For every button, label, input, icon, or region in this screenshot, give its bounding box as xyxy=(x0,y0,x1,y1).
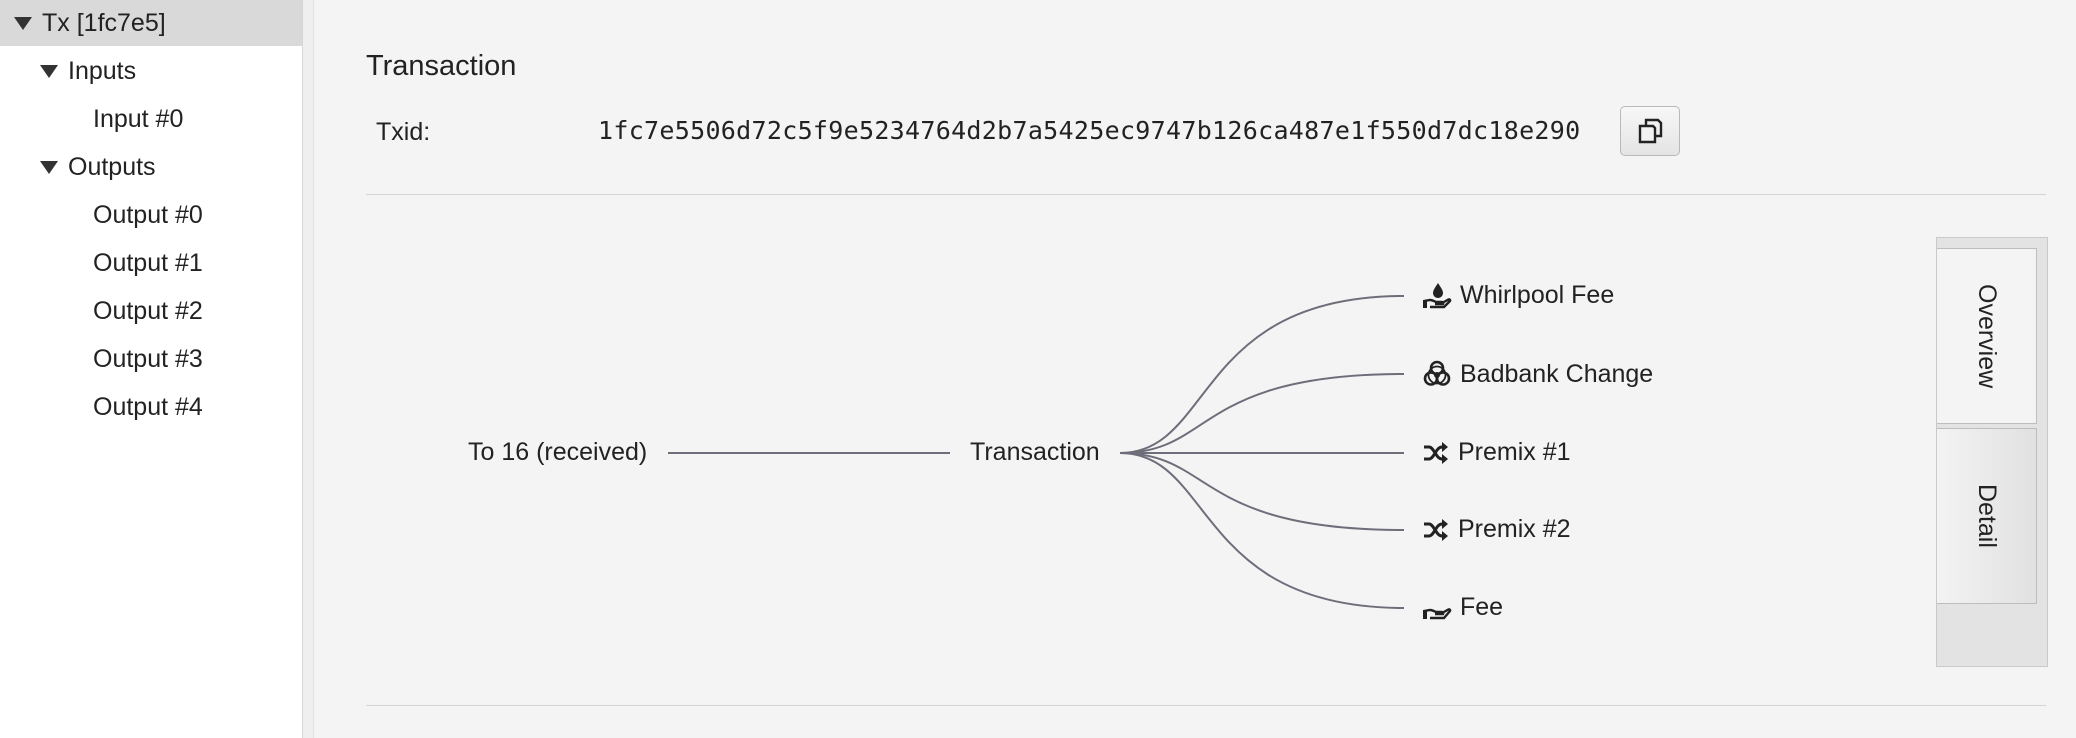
tree-item-output-2[interactable]: Output #2 xyxy=(0,288,302,334)
tree-item-outputs[interactable]: Outputs xyxy=(0,144,302,190)
tree-item-inputs[interactable]: Inputs xyxy=(0,48,302,94)
transaction-node[interactable]: Transaction xyxy=(970,438,1100,467)
input-node[interactable]: To 16 (received) xyxy=(468,438,647,467)
output-node-premix-1[interactable]: Premix #1 xyxy=(1422,438,1571,467)
biohazard-icon xyxy=(1423,360,1451,386)
expand-arrow-icon[interactable] xyxy=(40,64,58,78)
tree-item-label: Tx [1fc7e5] xyxy=(42,8,166,37)
tree-item-label: Outputs xyxy=(68,152,156,181)
output-label: Fee xyxy=(1460,592,1504,621)
output-connector-1 xyxy=(1119,373,1405,454)
tree-item-label: Input #0 xyxy=(93,104,184,133)
tab-detail[interactable]: Detail xyxy=(1937,428,2037,604)
expand-arrow-icon[interactable] xyxy=(40,160,58,174)
tree-item-label: Output #2 xyxy=(93,296,203,325)
output-node-badbank-change[interactable]: Badbank Change xyxy=(1422,359,1653,389)
tree-item-label: Output #1 xyxy=(93,248,203,277)
hand-holding-icon xyxy=(1423,608,1452,620)
output-connector-4 xyxy=(1119,452,1405,609)
tree-item-output-1[interactable]: Output #1 xyxy=(0,240,302,286)
txid-label: Txid: xyxy=(376,118,431,146)
tree-item-input-0[interactable]: Input #0 xyxy=(0,96,302,142)
divider xyxy=(366,705,2046,706)
divider xyxy=(366,194,2046,195)
output-label: Premix #2 xyxy=(1458,515,1571,543)
tree-item-label: Output #0 xyxy=(93,200,203,229)
tree-item-label: Inputs xyxy=(68,56,137,85)
section-title: Transaction xyxy=(366,50,517,82)
expand-arrow-icon[interactable] xyxy=(14,16,32,30)
transaction-diagram: To 16 (received) Transaction Whirlpool F… xyxy=(314,196,1914,696)
copy-txid-button[interactable] xyxy=(1620,106,1680,156)
transaction-tree: Tx [1fc7e5] Inputs Input #0 Outputs Outp… xyxy=(0,0,302,738)
tree-item-output-3[interactable]: Output #3 xyxy=(0,336,302,382)
txid-value[interactable]: 1fc7e5506d72c5f9e5234764d2b7a5425ec9747b… xyxy=(598,116,1580,145)
output-connector-3 xyxy=(1119,452,1405,531)
shuffle-icon xyxy=(1424,518,1448,541)
output-label: Premix #1 xyxy=(1458,438,1571,466)
output-label: Whirlpool Fee xyxy=(1460,280,1615,309)
output-node-premix-2[interactable]: Premix #2 xyxy=(1422,515,1571,544)
output-label: Badbank Change xyxy=(1460,359,1654,388)
tab-label: Detail xyxy=(1973,484,2001,548)
tree-item-label: Output #3 xyxy=(93,344,203,373)
copy-icon xyxy=(1638,118,1663,144)
tree-item-output-4[interactable]: Output #4 xyxy=(0,384,302,430)
tree-item-label: Output #4 xyxy=(93,392,203,421)
split-pane-divider[interactable] xyxy=(302,0,314,738)
tree-item-output-0[interactable]: Output #0 xyxy=(0,192,302,238)
output-node-fee[interactable]: Fee xyxy=(1422,592,1503,622)
hand-holding-water-icon xyxy=(1423,283,1452,309)
tree-item-tx[interactable]: Tx [1fc7e5] xyxy=(0,0,302,46)
tab-label: Overview xyxy=(1973,283,2001,389)
shuffle-icon xyxy=(1424,441,1448,464)
view-tabs: Overview Detail xyxy=(1936,237,2048,667)
output-node-whirlpool-fee[interactable]: Whirlpool Fee xyxy=(1422,280,1614,310)
tab-overview[interactable]: Overview xyxy=(1937,248,2037,424)
transaction-panel: Transaction Txid: 1fc7e5506d72c5f9e52347… xyxy=(314,0,2076,738)
